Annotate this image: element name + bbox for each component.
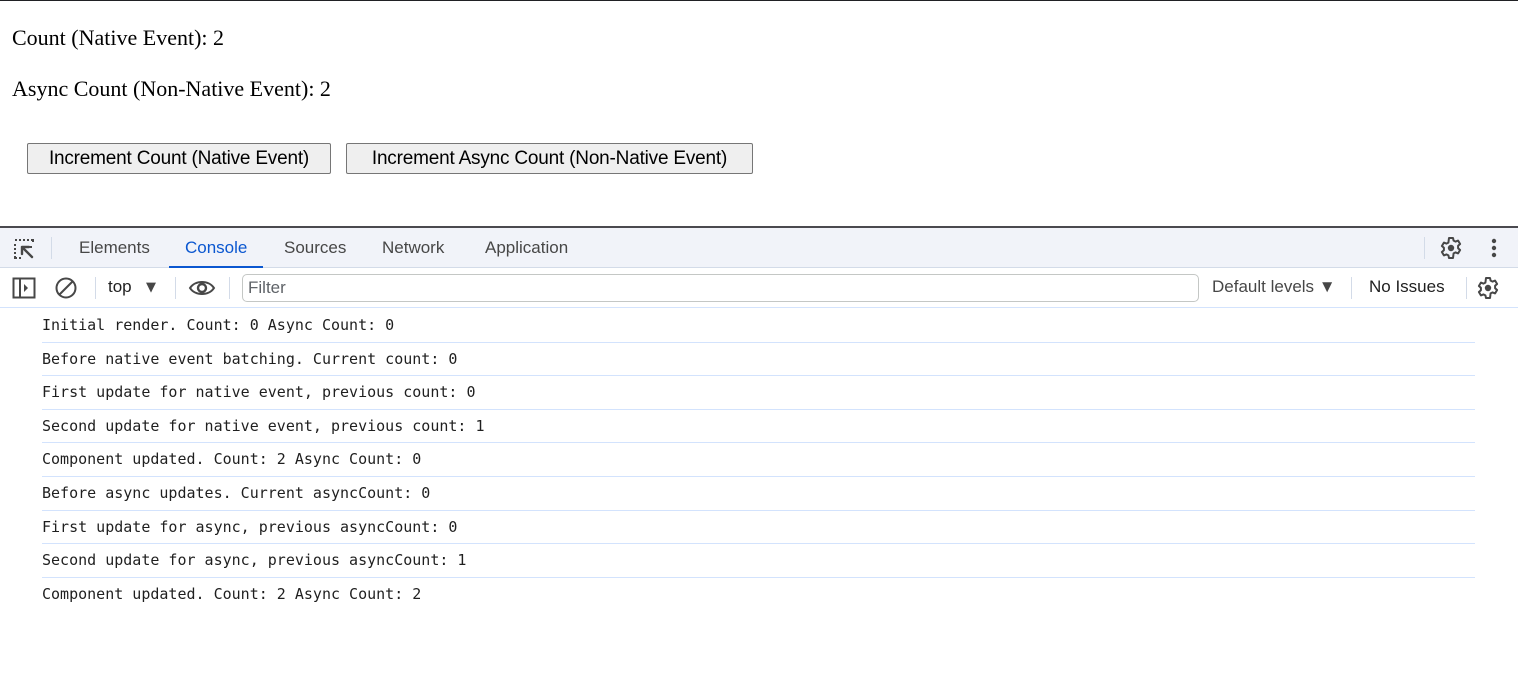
divider: [229, 277, 230, 299]
eye-icon[interactable]: [188, 277, 216, 304]
divider: [95, 277, 96, 299]
console-message: First update for async, previous asyncCo…: [42, 511, 1475, 545]
tab-network[interactable]: Network: [366, 228, 460, 268]
devtools-tab-bar: Elements Console Sources Network Applica…: [0, 228, 1518, 268]
inspect-element-icon[interactable]: [12, 237, 36, 266]
console-message: Before async updates. Current asyncCount…: [42, 477, 1475, 511]
devtools-panel: Elements Console Sources Network Applica…: [0, 226, 1518, 677]
console-message: Second update for async, previous asyncC…: [42, 544, 1475, 578]
filter-input[interactable]: [242, 274, 1199, 302]
sidebar-toggle-icon[interactable]: [12, 277, 36, 304]
divider: [51, 237, 52, 259]
console-message: Component updated. Count: 2 Async Count:…: [42, 443, 1475, 477]
console-message: First update for native event, previous …: [42, 376, 1475, 410]
increment-async-count-button[interactable]: Increment Async Count (Non-Native Event): [346, 143, 753, 174]
issues-counter[interactable]: No Issues: [1369, 277, 1445, 297]
settings-gear-icon[interactable]: [1439, 236, 1463, 265]
tab-application[interactable]: Application: [469, 228, 584, 268]
tab-console[interactable]: Console: [169, 228, 264, 268]
divider: [1351, 277, 1352, 299]
increment-count-button[interactable]: Increment Count (Native Event): [27, 143, 331, 174]
divider: [1466, 277, 1467, 299]
count-display: Count (Native Event): 2: [12, 25, 225, 50]
console-messages: Initial render. Count: 0 Async Count: 0 …: [0, 309, 1518, 611]
divider: [1424, 237, 1425, 259]
context-dropdown-icon[interactable]: ▼: [146, 277, 156, 299]
kebab-menu-icon[interactable]: [1489, 236, 1499, 265]
console-message: Initial render. Count: 0 Async Count: 0: [42, 309, 1475, 343]
log-levels-dropdown[interactable]: Default levels ▼: [1212, 277, 1336, 297]
console-message: Second update for native event, previous…: [42, 410, 1475, 444]
context-selector[interactable]: top: [108, 277, 132, 297]
tab-sources[interactable]: Sources: [268, 228, 362, 268]
divider: [175, 277, 176, 299]
console-message: Before native event batching. Current co…: [42, 343, 1475, 377]
console-message: Component updated. Count: 2 Async Count:…: [42, 584, 422, 603]
page-content: Count (Native Event): 2 Async Count (Non…: [0, 0, 1518, 226]
console-settings-gear-icon[interactable]: [1476, 276, 1500, 305]
console-toolbar: top ▼ Default levels ▼ No Issues: [0, 269, 1518, 308]
tab-elements[interactable]: Elements: [63, 228, 166, 268]
async-count-display: Async Count (Non-Native Event): 2: [12, 76, 331, 101]
clear-console-icon[interactable]: [54, 276, 78, 305]
